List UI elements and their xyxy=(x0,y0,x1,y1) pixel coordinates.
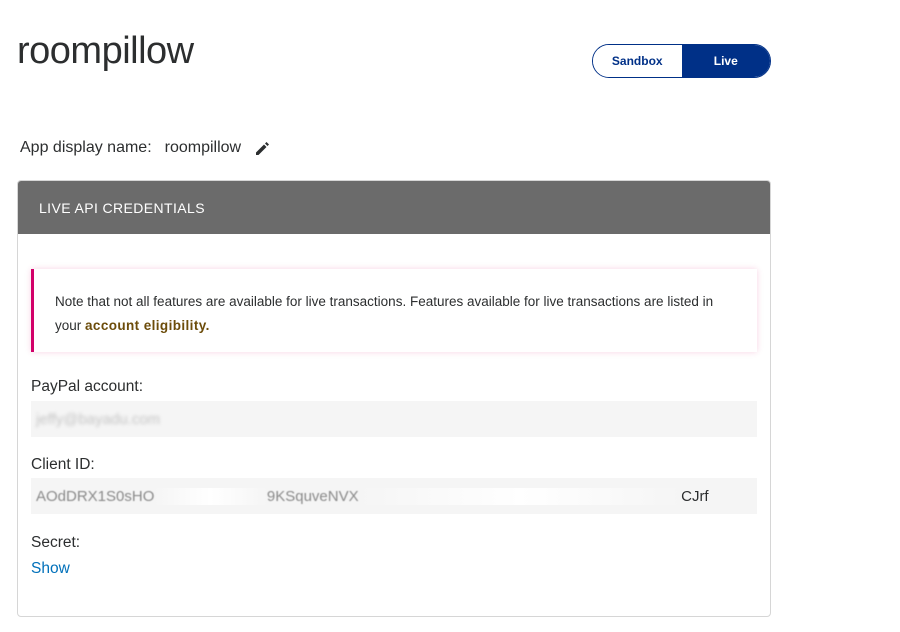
client-id-field[interactable]: AOdDRX1S0sHOxxxxxxxxxxxxxxx9KSquveNVXxxx… xyxy=(31,478,757,514)
client-id-label: Client ID: xyxy=(31,456,95,473)
show-secret-link[interactable]: Show xyxy=(31,560,70,578)
display-name-label: App display name: xyxy=(20,139,152,156)
pencil-edit-icon[interactable] xyxy=(253,139,271,157)
display-name-value: roompillow xyxy=(164,139,242,156)
environment-toggle[interactable]: Sandbox Live xyxy=(592,44,771,78)
paypal-account-label: PayPal account: xyxy=(31,378,144,395)
app-display-name-row: App display name: roompillow xyxy=(20,139,271,157)
client-id-value: AOdDRX1S0sHOxxxxxxxxxxxxxxx9KSquveNVXxxx… xyxy=(36,487,709,505)
live-api-credentials-card: LIVE API CREDENTIALS Note that not all f… xyxy=(17,180,771,617)
paypal-account-field: jeffy@bayadu.com xyxy=(31,401,757,437)
secret-label: Secret: xyxy=(31,534,81,551)
paypal-account-value: jeffy@bayadu.com xyxy=(36,410,161,428)
card-header: LIVE API CREDENTIALS xyxy=(18,181,770,234)
live-button[interactable]: Live xyxy=(681,45,770,77)
page-title: roompillow xyxy=(17,30,194,72)
live-transactions-note: Note that not all features are available… xyxy=(31,269,757,352)
account-eligibility-link[interactable]: account eligibility. xyxy=(85,318,210,333)
sandbox-button[interactable]: Sandbox xyxy=(593,45,682,77)
card-title: LIVE API CREDENTIALS xyxy=(39,199,205,216)
